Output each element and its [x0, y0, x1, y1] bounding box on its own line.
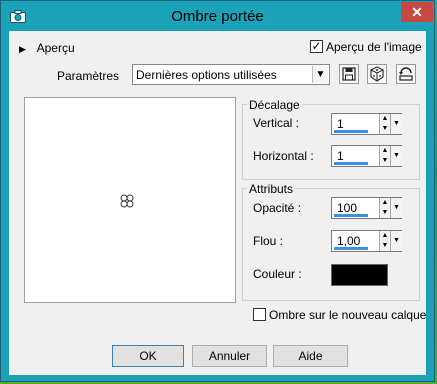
opacity-dropdown-icon[interactable]: ▼	[390, 198, 402, 218]
dice-icon	[370, 66, 384, 82]
pan-cursor-icon	[120, 194, 134, 208]
horizontal-spinner[interactable]: 1 ▲ ▼ ▼	[331, 145, 402, 167]
horizontal-label: Horizontal :	[253, 149, 314, 163]
save-preset-button[interactable]	[339, 64, 359, 84]
opacity-label: Opacité :	[253, 201, 302, 215]
floppy-disk-icon	[342, 67, 356, 81]
vertical-dropdown-icon[interactable]: ▼	[390, 114, 402, 134]
preview-panel[interactable]	[24, 97, 236, 303]
opacity-slider[interactable]	[334, 214, 368, 217]
attributes-group-title: Attributs	[247, 182, 296, 196]
dialog-body: ▶ Aperçu ✓ Aperçu de l'image Paramètres …	[9, 31, 426, 375]
vertical-spinner[interactable]: 1 ▲ ▼ ▼	[331, 113, 402, 135]
title-bar[interactable]: Ombre portée ✕	[1, 1, 434, 31]
vertical-slider[interactable]	[334, 130, 368, 133]
preview-image-label: Aperçu de l'image	[326, 40, 422, 54]
params-label: Paramètres	[57, 69, 120, 83]
opacity-up-icon[interactable]: ▲	[379, 198, 390, 208]
blur-down-icon[interactable]: ▼	[379, 241, 390, 251]
color-swatch[interactable]	[331, 264, 388, 286]
reset-button[interactable]	[396, 64, 416, 84]
opacity-down-icon[interactable]: ▼	[379, 208, 390, 218]
cancel-button[interactable]: Annuler	[192, 345, 267, 367]
preview-expander[interactable]: ▶ Aperçu	[19, 41, 75, 55]
vertical-down-icon[interactable]: ▼	[379, 124, 390, 134]
vertical-label: Vertical :	[253, 116, 300, 130]
color-label: Couleur :	[253, 267, 302, 281]
checkbox-checked-icon: ✓	[310, 39, 323, 53]
vertical-value: 1	[337, 117, 344, 131]
preview-expander-label: Aperçu	[36, 41, 75, 55]
blur-dropdown-icon[interactable]: ▼	[390, 231, 402, 251]
blur-up-icon[interactable]: ▲	[379, 231, 390, 241]
checkbox-unchecked-icon	[253, 308, 266, 321]
new-layer-label: Ombre sur le nouveau calque	[269, 308, 427, 322]
opacity-spinner[interactable]: 100 ▲ ▼ ▼	[331, 197, 402, 219]
blur-label: Flou :	[253, 234, 284, 248]
horizontal-up-icon[interactable]: ▲	[379, 146, 390, 156]
opacity-value: 100	[337, 201, 358, 215]
expand-arrow-icon: ▶	[19, 44, 26, 54]
ok-button[interactable]: OK	[112, 345, 184, 367]
params-combo-value: Dernières options utilisées	[136, 68, 277, 82]
chevron-down-icon: ▼	[312, 66, 328, 83]
horizontal-value: 1	[337, 149, 344, 163]
randomize-button[interactable]	[367, 64, 387, 84]
blur-slider[interactable]	[334, 247, 368, 250]
horizontal-slider[interactable]	[334, 162, 368, 165]
vertical-up-icon[interactable]: ▲	[379, 114, 390, 124]
help-button[interactable]: Aide	[273, 345, 348, 367]
window-title: Ombre portée	[171, 8, 264, 25]
blur-spinner[interactable]: 1,00 ▲ ▼ ▼	[331, 230, 402, 252]
horizontal-down-icon[interactable]: ▼	[379, 156, 390, 166]
close-button[interactable]: ✕	[401, 2, 433, 22]
dialog-window: Ombre portée ✕ ▶ Aperçu ✓ Aperçu de l'im…	[0, 0, 435, 382]
offset-group-title: Décalage	[247, 98, 302, 112]
horizontal-dropdown-icon[interactable]: ▼	[390, 146, 402, 166]
reset-icon	[399, 67, 413, 81]
params-combo[interactable]: Dernières options utilisées ▼	[132, 64, 330, 85]
blur-value: 1,00	[337, 234, 361, 248]
